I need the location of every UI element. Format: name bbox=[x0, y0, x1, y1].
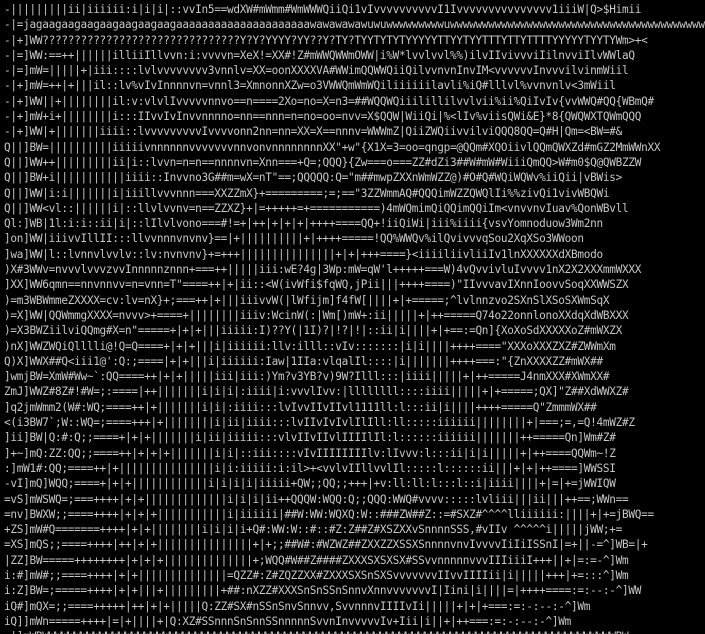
ascii-art-line: +ZS]mW#Q=======++++|+|+||||||||i|i|i|i+Q… bbox=[4, 523, 622, 537]
ascii-art-line: )nX]WWZWQiQlllli@!Q=Q====+|+|+|||i|iiiii… bbox=[4, 339, 616, 353]
ascii-art-line: -vI]mQ]WQQ;====+|+|+||||||||||||i|i|i|i|… bbox=[4, 477, 616, 491]
ascii-art-line: i:#]mW#;;====++++|+|+||||||||||||||=QZZ#… bbox=[4, 568, 629, 582]
ascii-art-line: -|=]WW:==++||||||illiiIllvvn:i:vvvvn=XeX… bbox=[4, 48, 635, 62]
ascii-art-line: -|+]mW+i+||||||||i:::IIvvIvInvvnnnno=nn=… bbox=[4, 110, 642, 124]
ascii-art-text: -|||||||||ii|iiiiii:i|i|i|::vvIn5==wdXW#… bbox=[4, 2, 705, 634]
ascii-art-line: Q||]WW|i:i|||||||i|iiillvvvnnn===XXZZmX}… bbox=[4, 186, 610, 200]
ascii-art-line: :]mW1#:QQ;====++|+|||||||||||||||i|i:iii… bbox=[4, 461, 616, 475]
ascii-art-line: ]+~]mQ:ZZ:QQ;;====++|+|+|+|||||||i|i|::i… bbox=[4, 446, 616, 460]
ascii-art-line: _|]mWBWWWWWWWWWWWWWWWWWWWWWWWWWWWWWWWWWW… bbox=[4, 629, 705, 634]
ascii-art-line: i:Z]BW=;=====++++|+|+|||+|||||||||+##:nX… bbox=[4, 584, 642, 598]
ascii-art-line: ]wmjBW=XmW#Ww~`:QQ====++|+|+|||||iii|iii… bbox=[4, 370, 610, 384]
ascii-art-line: )=X]WW|QQWmmgXXXX=nvvv>+====+||||||||iii… bbox=[4, 308, 629, 322]
ascii-art-line: Q||]BW=||||||||||iiiiivnnnnnnvvvvvvvnnvo… bbox=[4, 140, 661, 154]
ascii-art-line: ]wa]WW|l::lvnnvlvvlv::lv:nvnvnv}+=+++|||… bbox=[4, 247, 603, 261]
ascii-art-line: )=X3BWZiilviQQmg#X=n"=====+|+|+|||iiiii:… bbox=[4, 324, 622, 338]
ascii-art-line: iQ#]mQX=;;====+++++|++|+|+|||||Q:ZZ#SX#n… bbox=[4, 599, 591, 613]
ascii-art-line: -|+]WW???????????????????????????????Y?Y… bbox=[4, 33, 648, 47]
ascii-art-line: )X#3WWv=nvvvlvvvzvvInnnnnznnn+===++|||||… bbox=[4, 263, 642, 277]
ascii-art-line: Q||]BW+i|||||||||||iiii::Invvno3G##m=wX=… bbox=[4, 171, 622, 185]
ascii-art-line: ]on]WW|iiivvIllII:::llvvnnnvnvnv}==|+|||… bbox=[4, 232, 584, 246]
ascii-art-line: ]q2jmWmm2(W#:WQ;====++|+|||||||i|i|:iiii… bbox=[4, 400, 597, 414]
ascii-art-line: -|+]WW||+||||||||il:v:vlvlIvvvvvnnvo==n=… bbox=[4, 94, 654, 108]
ascii-art-line: -|+]mW=++|+|||il::lv%vIvInnnnvn=vnnl3=Xm… bbox=[4, 79, 616, 93]
ascii-art-line: <(i3BW7`;W::WQ=;====+++|+||||||||i|ii|ii… bbox=[4, 416, 635, 430]
ascii-art-line: -|=]mW=|||||+|iii::::lvlvvvvvvvv3vnnlv=X… bbox=[4, 64, 629, 78]
ascii-art-line: Ql:]WB|1l:i:i::ii|i|::lIlvlvono===#!=+|+… bbox=[4, 217, 603, 231]
ascii-art-line: |ZZ]BW=====++++++++|+|+|+||||||||||||||+… bbox=[4, 553, 629, 567]
ascii-art-line: =vS]mWSWQ=;===++++|+|+|||||||||||||i|i|i… bbox=[4, 492, 629, 506]
ascii-art-line: ZmJ]WWZ#8Z#!#W=;:====|++|||||||i|i|i|:ii… bbox=[4, 385, 629, 399]
ascii-art-line: -|||||||||ii|iiiiii:i|i|i|::vvIn5==wdXW#… bbox=[4, 3, 642, 16]
ascii-art-canvas: -|||||||||ii|iiiiii:i|i|i|::vvIn5==wdXW#… bbox=[0, 0, 705, 634]
ascii-art-line: )=m3WBWmmeZXXXX=cv:lv=nX}+;===++|+|||iii… bbox=[4, 293, 610, 307]
ascii-art-line: -|=jagaagaagaagaagaagaagaagaaaaaaaaaaaaa… bbox=[4, 18, 705, 32]
ascii-art-line: Q)X]WWX##Q<iii1@':Q:;====|+|+|||i|iiiiii… bbox=[4, 354, 603, 368]
ascii-art-line: Q||]WW<vl::||||||i|::llvlvvnv=n==ZZXZ}+|… bbox=[4, 201, 629, 215]
ascii-art-line: ]XX]WW6qmn==nnvnnvv=n=vnn=T"====++|+|ii:… bbox=[4, 278, 629, 292]
ascii-art-line: iQ]]mWn=====++++|=|+||||+|Q:XZ#SSnnnSnSn… bbox=[4, 614, 572, 628]
ascii-art-line: =XS]mQS;;====++++|++|+|+|||||||||||||||+… bbox=[4, 538, 648, 552]
ascii-art-line: ]ii]BW|Q:#:Q;;====+|+|+|||||||i|ii|iiiii… bbox=[4, 431, 616, 445]
ascii-art-line: Q||]WW++|||||||||ii|i::lvvn=n=n==nnnnvn=… bbox=[4, 155, 642, 169]
ascii-art-line: -|+]WW|+|||||||iiii::lvvvvvvvvvIvvvvonn2… bbox=[4, 125, 622, 139]
ascii-art-line: =nv]BWXW;;====++++|+|+|+|||||||||||i|iii… bbox=[4, 507, 654, 521]
